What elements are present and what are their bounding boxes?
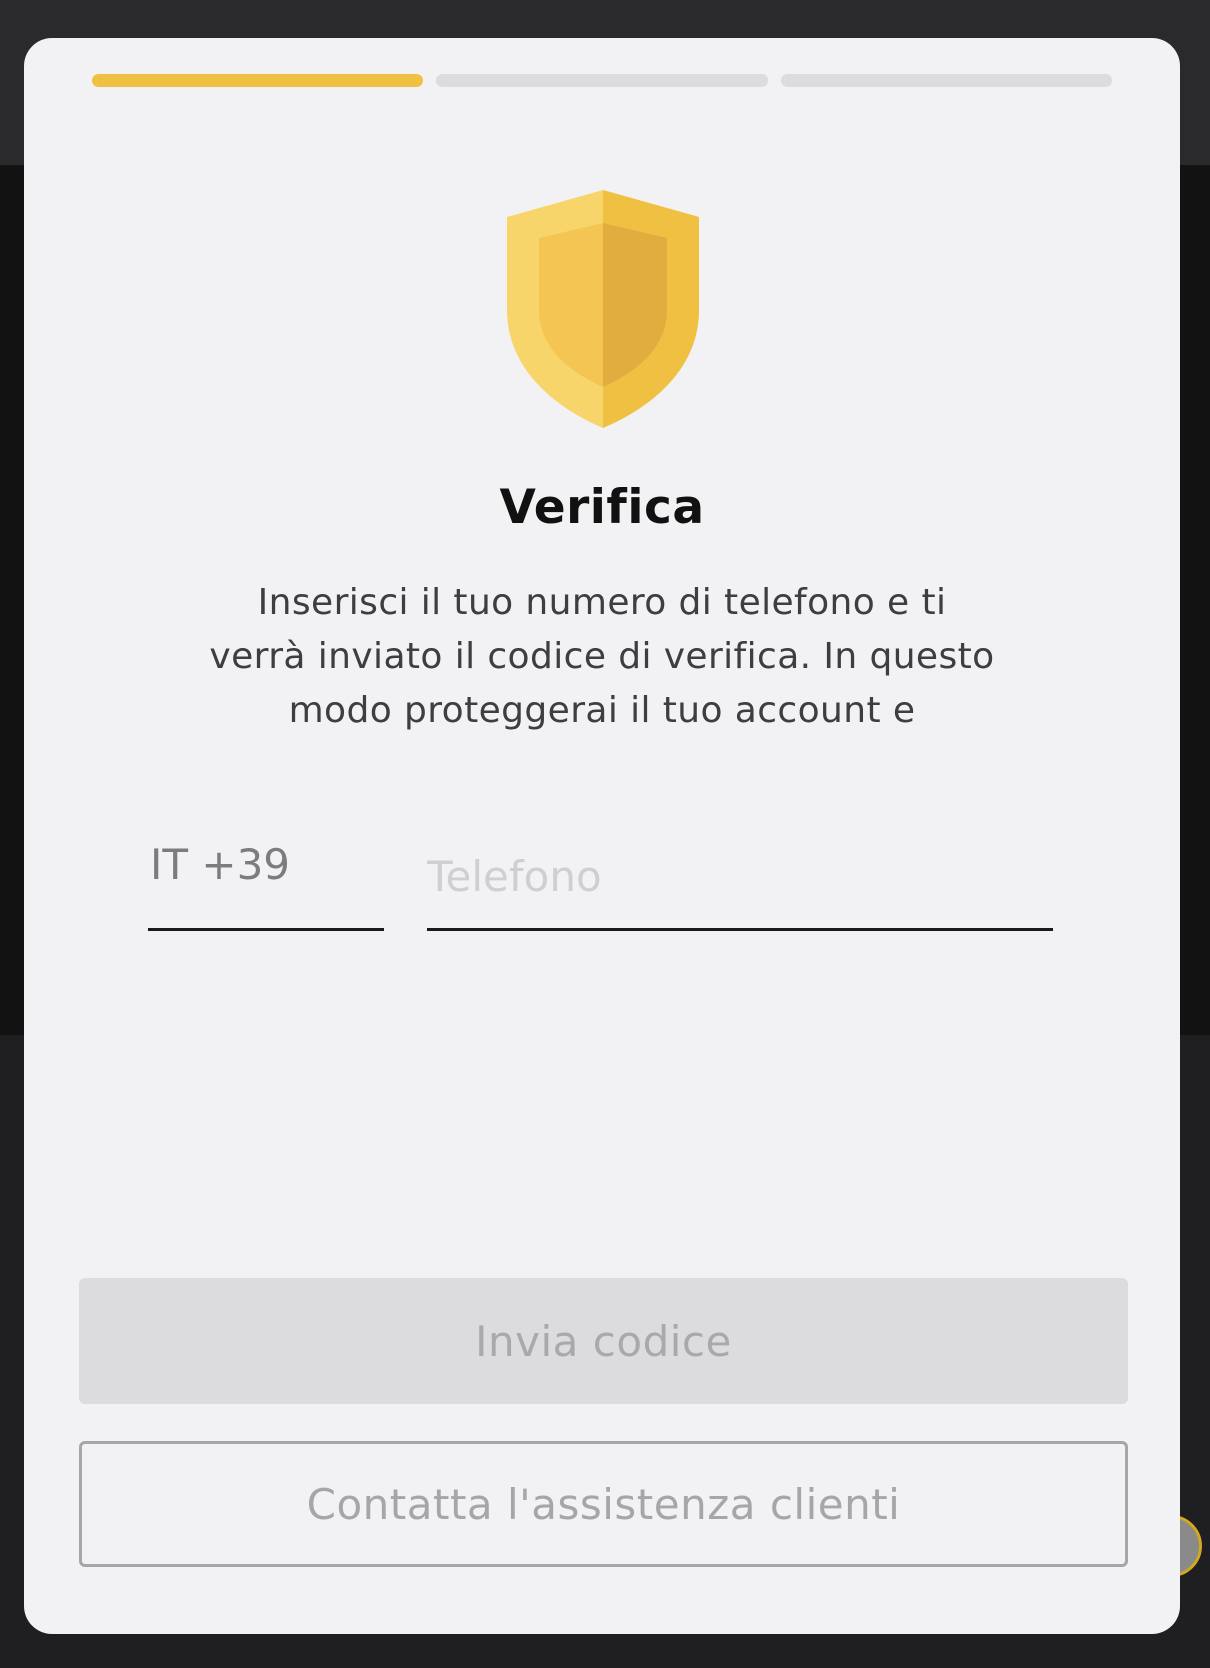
country-code-label: IT +39	[150, 840, 291, 889]
contact-support-button[interactable]: Contatta l'assistenza clienti	[79, 1441, 1128, 1567]
phone-input[interactable]	[427, 836, 1053, 916]
step-progress-bar	[92, 74, 1112, 87]
description-line: modo proteggerai il tuo account e	[288, 690, 916, 731]
progress-step-1	[92, 74, 424, 87]
country-code-selector[interactable]: IT +39	[148, 836, 384, 931]
phone-field	[427, 836, 1053, 931]
send-code-button[interactable]: Invia codice	[79, 1278, 1128, 1404]
verification-dialog: Verifica Inserisci il tuo numero di tele…	[24, 38, 1180, 1634]
description-line: Inserisci il tuo numero di telefono e ti	[257, 582, 947, 623]
progress-step-3	[780, 74, 1112, 87]
dialog-title: Verifica	[499, 480, 705, 535]
dialog-description: Inserisci il tuo numero di telefono e ti…	[194, 576, 1010, 738]
shield-icon	[507, 190, 699, 428]
progress-step-2	[436, 74, 768, 87]
description-line: verrà inviato il codice di verifica. In …	[209, 636, 995, 677]
